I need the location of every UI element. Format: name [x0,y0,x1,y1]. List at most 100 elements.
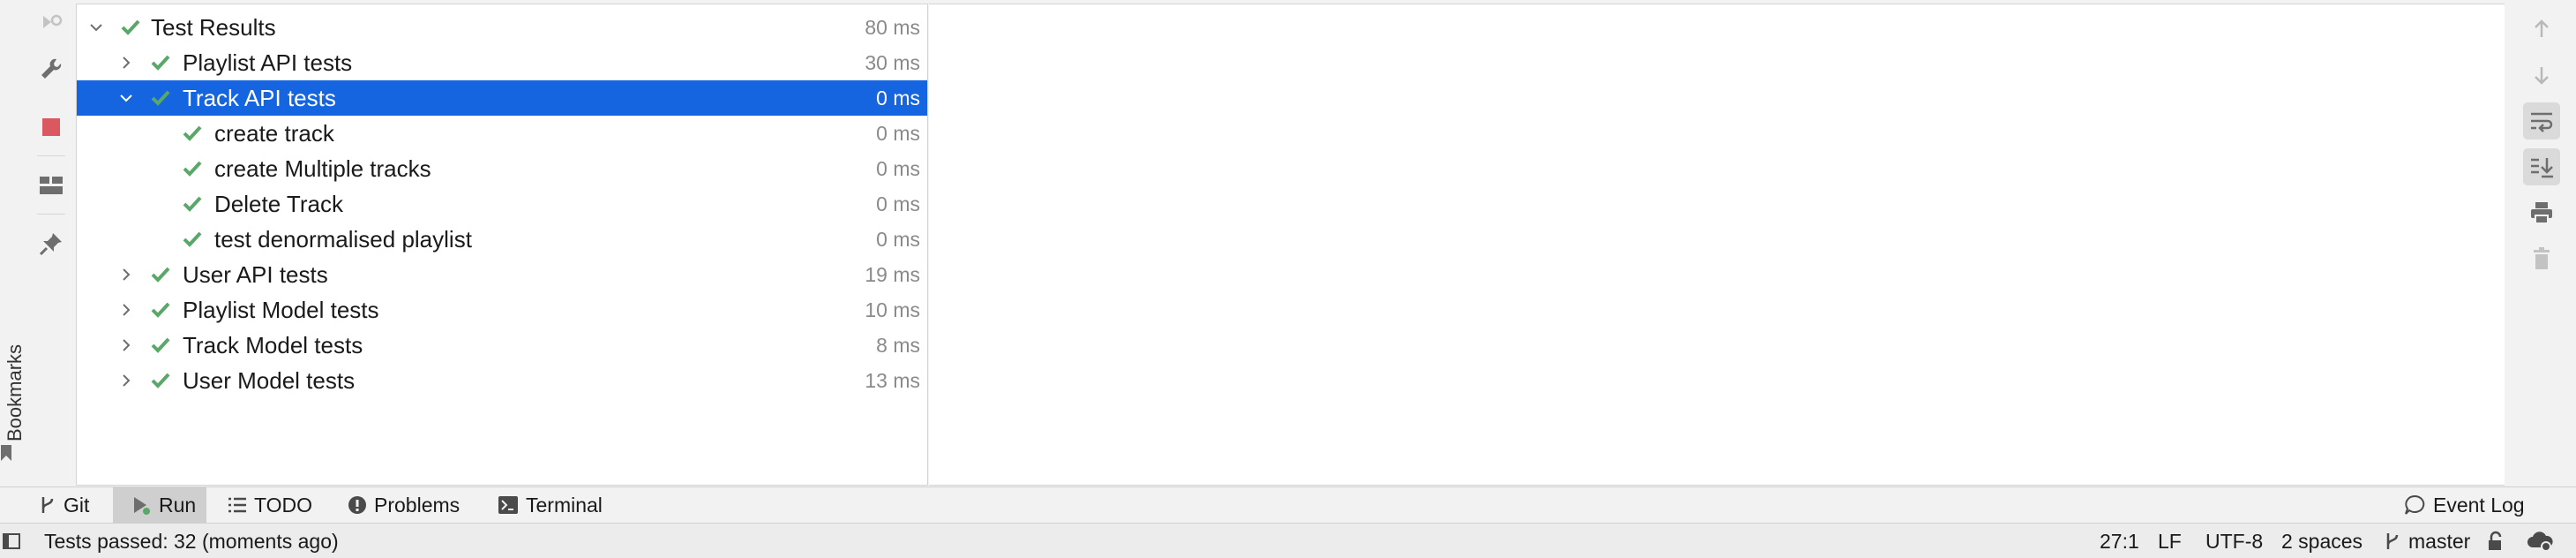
toolbar-separator [37,214,65,215]
pin-tab-button[interactable] [35,228,67,260]
tab-terminal[interactable]: Terminal [498,487,621,523]
tool-windows-toggle[interactable] [2,524,21,558]
status-bar: Tests passed: 32 (moments ago) 27:1 LF U… [0,523,2576,558]
tool-window-bar: Git Run TODO Problems Terminal Event Log [0,486,2576,523]
bookmarks-tab[interactable]: Bookmarks [4,344,26,441]
tree-row-duration: 13 ms [865,368,920,392]
tree-row-track-model-tests[interactable]: Track Model tests 8 ms [77,328,927,363]
tree-row-duration: 0 ms [876,192,920,215]
trash-icon [2534,247,2550,269]
bookmarks-strip: Bookmarks [0,0,26,484]
rerun-failed-button[interactable] [35,7,67,39]
tree-row-create-multiple-tracks[interactable]: create Multiple tracks 0 ms [77,151,927,186]
line-separator[interactable]: LF [2158,524,2182,558]
passed-check-icon [183,161,202,177]
scroll-to-end-toggle[interactable] [2523,148,2560,185]
passed-check-icon [151,302,170,318]
settings-button[interactable] [35,53,67,85]
clear-all-button[interactable] [2523,240,2560,277]
caret-position[interactable]: 27:1 [2100,524,2139,558]
passed-check-icon [183,231,202,247]
stop-icon [42,118,60,136]
settings-wrench-icon [41,58,62,79]
previous-occurrence-button[interactable] [2523,11,2560,48]
code-with-me-button[interactable] [2525,524,2555,558]
stop-button[interactable] [35,111,67,143]
event-log-icon [2405,494,2425,515]
tree-row-label: create track [214,119,334,147]
tree-row-label: User Model tests [183,366,356,394]
tree-row-label: Playlist API tests [183,49,353,76]
tree-row-playlist-model-tests[interactable]: Playlist Model tests 10 ms [77,292,927,328]
tree-row-delete-track[interactable]: Delete Track 0 ms [77,186,927,222]
tab-todo-label: TODO [254,493,313,517]
tree-row-duration: 0 ms [876,121,920,145]
tree-row-duration: 19 ms [865,262,920,286]
tree-row-label: create Multiple tracks [214,155,431,182]
console-right-toolbar [2505,0,2576,484]
read-only-toggle[interactable] [2486,524,2505,558]
vcs-branch[interactable]: master [2384,524,2470,558]
tab-run[interactable]: Run [113,487,206,523]
tree-row-duration: 30 ms [865,50,920,74]
soft-wrap-toggle[interactable] [2523,102,2560,140]
print-icon [2531,202,2552,224]
chevron-right-icon[interactable] [116,52,137,73]
chevron-right-icon[interactable] [116,335,137,356]
passed-check-icon [183,196,202,212]
chevron-right-icon[interactable] [116,299,137,320]
indent-setting[interactable]: 2 spaces [2281,524,2363,558]
terminal-icon [498,496,518,514]
tree-row-label: Track Model tests [183,331,363,358]
todo-list-icon [228,497,246,513]
tree-row-duration: 0 ms [876,86,920,109]
status-message[interactable]: Tests passed: 32 (moments ago) [44,524,339,558]
tree-row-label: test denormalised playlist [214,225,472,253]
tab-event-log-label: Event Log [2433,493,2525,517]
tree-row-create-track[interactable]: create track 0 ms [77,116,927,151]
chevron-down-icon[interactable] [86,17,107,38]
cloud-icon [2527,532,2553,552]
tab-terminal-label: Terminal [526,493,603,517]
tree-row-track-api-tests[interactable]: Track API tests 0 ms [77,80,927,116]
soft-wrap-icon [2531,112,2553,132]
tree-row-playlist-api-tests[interactable]: Playlist API tests 30 ms [77,45,927,80]
tab-problems[interactable]: Problems [348,487,471,523]
arrow-up-icon [2535,19,2549,37]
tree-row-label: Playlist Model tests [183,296,379,323]
run-icon [134,497,150,515]
passed-check-icon [151,337,170,353]
tab-problems-label: Problems [374,493,461,517]
file-encoding[interactable]: UTF-8 [2205,524,2263,558]
console-output[interactable] [929,4,2505,486]
tab-todo[interactable]: TODO [228,487,325,523]
unlock-icon [2489,531,2502,550]
chevron-down-icon[interactable] [116,87,137,109]
arrow-down-icon [2535,67,2549,85]
scroll-to-end-icon [2531,158,2553,178]
tree-row-label: Delete Track [214,190,343,217]
layout-icon [40,177,63,194]
tree-row-duration: 80 ms [865,15,920,39]
tree-row-user-model-tests[interactable]: User Model tests 13 ms [77,363,927,398]
tree-row-test-denormalised-playlist[interactable]: test denormalised playlist 0 ms [77,222,927,257]
print-button[interactable] [2523,194,2560,231]
layout-button[interactable] [35,170,67,201]
rerun-icon [43,14,63,28]
tree-row-label: Test Results [151,13,276,41]
tree-row-duration: 0 ms [876,227,920,251]
tree-row-test-results[interactable]: Test Results 80 ms [77,10,927,45]
chevron-right-icon[interactable] [116,370,137,391]
passed-check-icon [151,55,170,71]
tree-row-label: User API tests [183,260,328,288]
problems-icon [348,496,366,514]
passed-check-icon [151,373,170,388]
passed-check-icon [183,125,202,141]
tool-window-quick-access-icon [3,533,20,549]
next-occurrence-button[interactable] [2523,57,2560,94]
tab-git[interactable]: Git [39,487,109,523]
chevron-right-icon[interactable] [116,264,137,285]
passed-check-icon [151,267,170,283]
tree-row-user-api-tests[interactable]: User API tests 19 ms [77,257,927,292]
tab-event-log[interactable]: Event Log [2403,487,2535,523]
